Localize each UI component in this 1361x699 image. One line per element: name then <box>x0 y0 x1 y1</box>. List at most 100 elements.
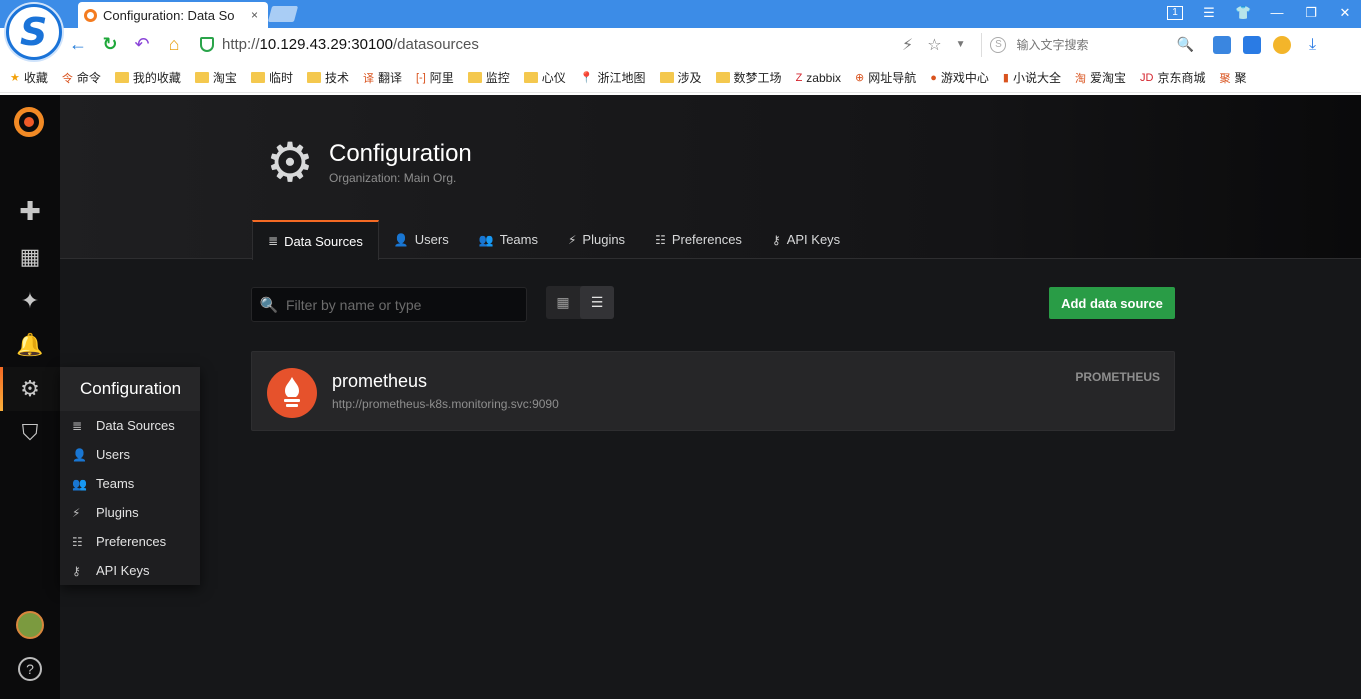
book-icon: ▮ <box>1002 72 1009 84</box>
browser-search-input[interactable] <box>1016 37 1177 52</box>
back-arrow-icon[interactable]: ← <box>62 34 94 55</box>
screenshot-extension-icon[interactable] <box>1243 35 1262 54</box>
browser-tab[interactable]: Configuration: Data So × <box>78 2 268 28</box>
dropdown-item-label: Teams <box>96 476 135 491</box>
tab-label: Teams <box>499 232 538 247</box>
compass-icon[interactable]: ✦ <box>0 279 60 323</box>
dropdown-item-teams[interactable]: 👥 Teams <box>60 469 200 498</box>
bookmark-item[interactable]: 令命令 <box>62 69 101 86</box>
sliders-icon: ☷ <box>655 232 666 247</box>
filter-input[interactable] <box>286 296 516 313</box>
avatar[interactable] <box>0 603 60 647</box>
tab-plugins[interactable]: ⚡ Plugins <box>553 220 640 259</box>
browser-search[interactable]: S 🔍 <box>981 32 1201 57</box>
bookmark-item[interactable]: 监控 <box>467 69 510 86</box>
bookmark-label: 网址导航 <box>868 71 917 85</box>
plus-icon[interactable]: ✚ <box>0 189 60 233</box>
shield-icon[interactable] <box>200 37 214 52</box>
skin-icon[interactable]: 👕 <box>1235 5 1251 21</box>
new-tab-button[interactable] <box>267 6 299 22</box>
lightning-icon[interactable]: ⚡ <box>902 35 913 55</box>
browser-logo[interactable]: S <box>6 4 62 60</box>
search-icon[interactable]: 🔍 <box>1176 36 1193 53</box>
menu-icon[interactable]: ☰ <box>1201 5 1217 21</box>
bookmark-item[interactable]: 临时 <box>250 69 293 86</box>
search-icon: 🔍 <box>259 296 279 314</box>
bookmark-item[interactable]: JD 京东商城 <box>1140 69 1205 86</box>
tab-api-keys[interactable]: ⚷ API Keys <box>757 220 855 259</box>
bookmark-label: 我的收藏 <box>132 71 181 85</box>
add-data-source-button[interactable]: Add data source <box>1049 287 1175 319</box>
bookmark-label: 浙江地图 <box>597 71 646 85</box>
search-engine-icon[interactable]: S <box>990 36 1007 53</box>
bookmark-label: 游戏中心 <box>940 71 989 85</box>
zabbix-icon: Z <box>795 71 803 84</box>
dropdown-item-users[interactable]: 👤 Users <box>60 440 200 469</box>
tab-data-sources[interactable]: ≣ Data Sources <box>252 220 379 260</box>
help-icon[interactable]: ? <box>0 647 60 691</box>
grafana-logo-icon[interactable] <box>14 107 44 137</box>
dropdown-item-label: Data Sources <box>96 418 175 433</box>
navigation-bar: ← ↻ ↶ ⌂ http://10.129.43.29:30100/dataso… <box>62 28 1361 61</box>
gear-icon[interactable]: ⚙ <box>0 367 60 411</box>
bookmark-label: 翻译 <box>377 71 402 85</box>
aliyun-icon: [-] <box>415 71 426 84</box>
shield-icon[interactable]: ⛉ <box>0 411 60 455</box>
bookmark-item[interactable]: 聚聚 <box>1219 69 1246 86</box>
bookmark-star-icon[interactable]: ☆ <box>927 35 941 55</box>
list-view-icon[interactable]: ☰ <box>580 286 614 319</box>
bookmark-item[interactable]: 涉及 <box>659 69 702 86</box>
undo-icon[interactable]: ↶ <box>126 34 158 55</box>
bookmark-item[interactable]: ▮ 小说大全 <box>1003 69 1061 86</box>
grid-view-icon[interactable]: ▦ <box>546 286 580 319</box>
bookmark-item[interactable]: ★ 收藏 <box>10 69 48 86</box>
bell-icon[interactable]: 🔔 <box>0 323 60 367</box>
bookmark-item[interactable]: 技术 <box>306 69 349 86</box>
bookmark-item[interactable]: ● 游戏中心 <box>930 69 989 86</box>
bookmark-item[interactable]: 📍 浙江地图 <box>580 69 646 86</box>
datasource-name[interactable]: prometheus <box>332 371 427 392</box>
bookmark-item[interactable]: 译翻译 <box>363 69 402 86</box>
tab-preferences[interactable]: ☷ Preferences <box>640 220 757 259</box>
bookmark-label: 收藏 <box>23 71 48 85</box>
datasource-card[interactable]: prometheus http://prometheus-k8s.monitor… <box>251 351 1175 431</box>
translate-extension-icon[interactable] <box>1213 35 1232 54</box>
dropdown-item-preferences[interactable]: ☷ Preferences <box>60 527 200 556</box>
folder-icon <box>250 72 265 83</box>
bookmark-item[interactable]: [-] 阿里 <box>416 69 454 86</box>
url-host: 10.129.43.29:30100 <box>259 36 393 53</box>
bookmark-item[interactable]: 心仪 <box>523 69 566 86</box>
home-icon[interactable]: ⌂ <box>158 34 190 55</box>
restore-icon[interactable]: ❐ <box>1303 5 1319 21</box>
tab-label: Plugins <box>582 232 626 247</box>
download-icon[interactable]: ⤓ <box>1303 36 1321 54</box>
emoji-extension-icon[interactable] <box>1273 35 1292 54</box>
dashboards-icon[interactable]: ▦ <box>0 235 60 279</box>
side-menu: ✚ ▦ ✦ 🔔 ⚙ ⛉ ? <box>0 95 60 699</box>
bookmark-item[interactable]: 淘宝 <box>194 69 237 86</box>
map-pin-icon: 📍 <box>579 72 594 84</box>
dropdown-header[interactable]: Configuration <box>60 367 200 411</box>
dropdown-item-label: Plugins <box>96 505 139 520</box>
folder-icon <box>114 72 129 83</box>
bookmark-item[interactable]: 数梦工场 <box>715 69 782 86</box>
page-header: ⚙ Configuration Organization: Main Org. … <box>60 95 1361 260</box>
bookmark-item[interactable]: Zzabbix <box>796 71 841 85</box>
tab-close-icon[interactable]: × <box>251 8 258 22</box>
tab-teams[interactable]: 👥 Teams <box>464 220 553 259</box>
bookmark-item[interactable]: ⊕ 网址导航 <box>855 69 916 86</box>
tab-count-icon[interactable]: 1 <box>1167 6 1183 20</box>
dropdown-item-api-keys[interactable]: ⚷ API Keys <box>60 556 200 585</box>
minimize-icon[interactable]: — <box>1269 5 1285 21</box>
tab-strip: Configuration: Data So × 1 ☰ 👕 — ❐ ✕ <box>0 0 1361 28</box>
dropdown-item-plugins[interactable]: ⚡ Plugins <box>60 498 200 527</box>
filter-field[interactable]: 🔍 <box>251 287 527 322</box>
chevron-down-icon[interactable]: ▼ <box>956 39 966 50</box>
close-window-icon[interactable]: ✕ <box>1337 5 1353 21</box>
address-bar[interactable]: http://10.129.43.29:30100/datasources <box>222 36 902 53</box>
tab-users[interactable]: 👤 Users <box>379 220 464 259</box>
bookmark-item[interactable]: 我的收藏 <box>114 69 181 86</box>
dropdown-item-data-sources[interactable]: ≣ Data Sources <box>60 411 200 440</box>
bookmark-item[interactable]: 淘爱淘宝 <box>1075 69 1126 86</box>
reload-icon[interactable]: ↻ <box>94 34 126 55</box>
